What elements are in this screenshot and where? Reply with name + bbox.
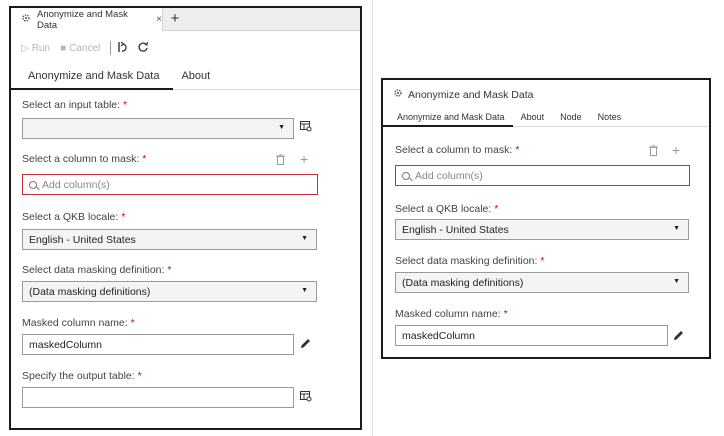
qkb-locale-label: Select a QKB locale: * bbox=[22, 211, 126, 223]
input-table-select[interactable]: ▼ bbox=[22, 118, 294, 139]
masking-definition-select[interactable]: (Data masking definitions) ▼ bbox=[395, 272, 689, 293]
document-tab[interactable]: Anonymize and Mask Data × bbox=[11, 8, 163, 31]
masking-definition-label: Select data masking definition: * bbox=[22, 264, 172, 276]
trash-icon[interactable] bbox=[649, 145, 658, 159]
cancel-label: Cancel bbox=[69, 42, 101, 54]
run-label: Run bbox=[31, 42, 51, 54]
left-panel: Anonymize and Mask Data × + ▷ Run ■ Canc… bbox=[9, 6, 362, 430]
search-icon bbox=[402, 171, 410, 180]
qkb-locale-select[interactable]: English - United States ▼ bbox=[395, 219, 689, 240]
trash-icon[interactable] bbox=[276, 154, 285, 168]
tab-anonymize-and-mask-data[interactable]: Anonymize and Mask Data bbox=[11, 64, 174, 90]
input-table-label: Select an input table: * bbox=[22, 99, 128, 111]
right-tab-strip: Anonymize and Mask Data About Node Notes bbox=[383, 108, 709, 127]
tab-node[interactable]: Node bbox=[552, 108, 590, 126]
gear-icon bbox=[21, 13, 31, 26]
chevron-down-icon: ▼ bbox=[278, 124, 285, 131]
plus-icon[interactable]: + bbox=[672, 142, 680, 158]
required-marker: * bbox=[494, 203, 499, 215]
tab-about[interactable]: About bbox=[173, 64, 218, 89]
column-search-input[interactable]: Add column(s) bbox=[22, 174, 318, 195]
output-table-label: Specify the output table: * bbox=[22, 370, 142, 382]
pencil-icon[interactable] bbox=[300, 338, 311, 352]
masked-column-name-label: Masked column name: * bbox=[395, 308, 508, 320]
masking-definition-label: Select data masking definition: * bbox=[395, 255, 545, 267]
required-marker: * bbox=[137, 370, 142, 382]
left-tab-strip: Anonymize and Mask Data About bbox=[11, 64, 360, 90]
pencil-icon[interactable] bbox=[673, 330, 684, 344]
chevron-down-icon: ▼ bbox=[301, 287, 308, 294]
cancel-button[interactable]: ■ Cancel bbox=[60, 43, 100, 54]
document-tab-bar: Anonymize and Mask Data × + bbox=[11, 8, 360, 31]
masking-definition-select[interactable]: (Data masking definitions) ▼ bbox=[22, 281, 317, 302]
panel-title-label: Anonymize and Mask Data bbox=[408, 88, 534, 101]
required-marker: * bbox=[142, 153, 147, 165]
tab-anonymize-and-mask-data[interactable]: Anonymize and Mask Data bbox=[383, 108, 513, 127]
panel-divider bbox=[372, 0, 373, 436]
close-icon[interactable]: × bbox=[156, 14, 162, 25]
required-marker: * bbox=[130, 317, 135, 329]
undo-icon[interactable] bbox=[117, 41, 129, 56]
play-icon: ▷ bbox=[21, 42, 29, 54]
qkb-locale-select[interactable]: English - United States ▼ bbox=[22, 229, 317, 250]
chevron-down-icon: ▼ bbox=[301, 235, 308, 242]
masked-column-name-input[interactable]: maskedColumn bbox=[395, 325, 668, 346]
toolbar: ▷ Run ■ Cancel bbox=[11, 38, 360, 58]
required-marker: * bbox=[503, 308, 508, 320]
table-browse-icon[interactable] bbox=[300, 121, 312, 135]
required-marker: * bbox=[167, 264, 172, 276]
required-marker: * bbox=[540, 255, 545, 267]
tab-notes[interactable]: Notes bbox=[590, 108, 630, 126]
gear-icon bbox=[393, 88, 403, 101]
chevron-down-icon: ▼ bbox=[673, 225, 680, 232]
column-to-mask-label: Select a column to mask: * bbox=[22, 153, 147, 165]
required-marker: * bbox=[121, 211, 126, 223]
output-table-input[interactable] bbox=[22, 387, 294, 408]
document-tab-label: Anonymize and Mask Data bbox=[37, 8, 128, 31]
required-marker: * bbox=[123, 99, 128, 111]
plus-icon[interactable]: + bbox=[167, 10, 183, 27]
tab-about[interactable]: About bbox=[513, 108, 553, 126]
qkb-locale-label: Select a QKB locale: * bbox=[395, 203, 499, 215]
panel-title: Anonymize and Mask Data bbox=[393, 88, 533, 101]
stop-icon: ■ bbox=[60, 42, 67, 54]
chevron-down-icon: ▼ bbox=[673, 278, 680, 285]
column-to-mask-label: Select a column to mask: * bbox=[395, 144, 520, 156]
right-panel: Anonymize and Mask Data Anonymize and Ma… bbox=[381, 78, 711, 359]
masked-column-name-label: Masked column name: * bbox=[22, 317, 135, 329]
masked-column-name-input[interactable]: maskedColumn bbox=[22, 334, 294, 355]
table-browse-icon[interactable] bbox=[300, 391, 312, 405]
column-search-input[interactable]: Add column(s) bbox=[395, 165, 690, 186]
refresh-icon[interactable] bbox=[137, 41, 149, 56]
run-button[interactable]: ▷ Run bbox=[21, 43, 50, 54]
required-marker: * bbox=[515, 144, 520, 156]
search-icon bbox=[29, 180, 37, 189]
plus-icon[interactable]: + bbox=[300, 151, 308, 167]
toolbar-divider bbox=[110, 41, 112, 55]
